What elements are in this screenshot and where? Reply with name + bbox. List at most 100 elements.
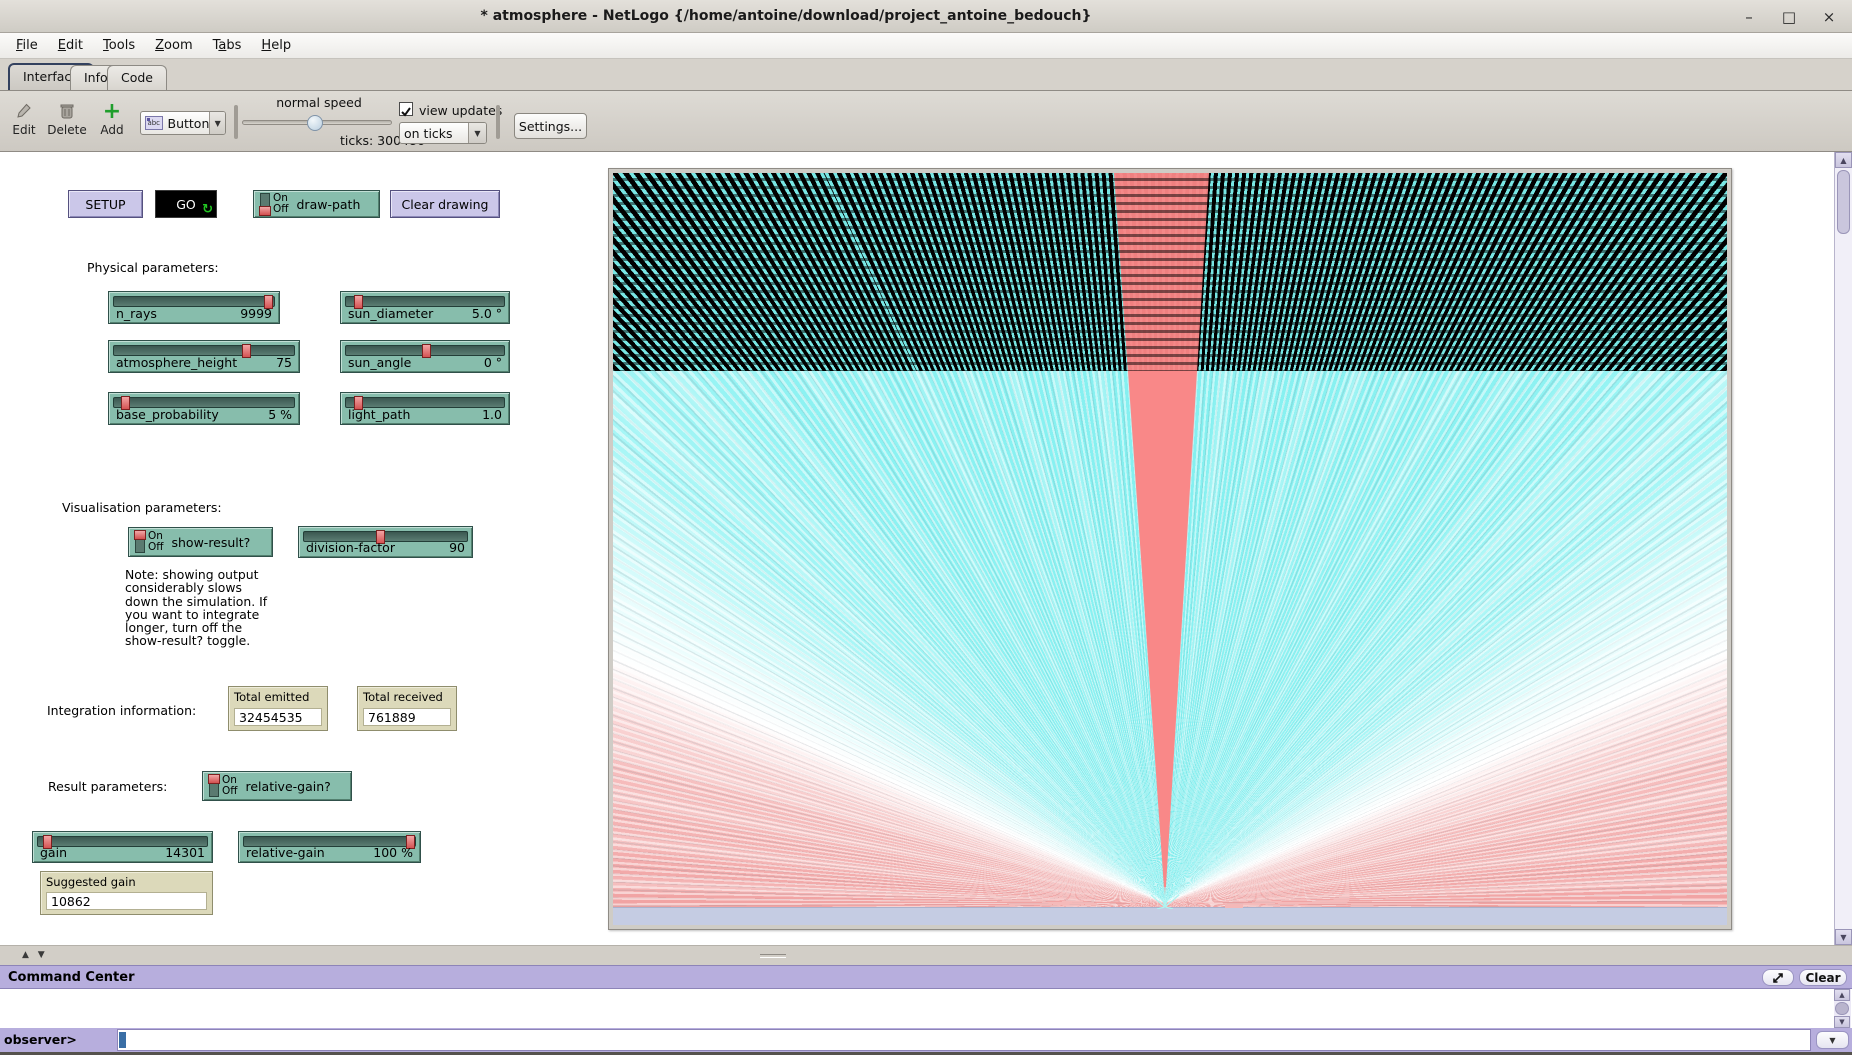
settings-button[interactable]: Settings...	[514, 113, 587, 139]
slider-light-path[interactable]: light_path1.0	[340, 392, 510, 425]
tab-code[interactable]: Code	[107, 65, 167, 90]
scroll-up-icon[interactable]: ▲	[1834, 989, 1850, 1001]
switch-knob[interactable]	[259, 206, 271, 216]
plus-icon: +	[93, 101, 131, 121]
scroll-up-icon[interactable]: ▲	[1835, 152, 1852, 168]
note-text: Note: showing output considerably slows …	[125, 568, 325, 648]
pencil-icon	[6, 101, 42, 121]
monitor-total-emitted: Total emitted 32454535	[228, 686, 328, 731]
add-button[interactable]: + Add	[93, 101, 131, 137]
slider-gain[interactable]: gain14301	[32, 831, 213, 863]
switch-track[interactable]	[209, 775, 219, 797]
menu-tabs[interactable]: Tabs	[203, 35, 252, 56]
slider-atmosphere-height[interactable]: atmosphere_height75	[108, 340, 300, 373]
title-bar[interactable]: * atmosphere - NetLogo {/home/antoine/do…	[0, 0, 1852, 33]
speed-slider-thumb[interactable]	[307, 115, 323, 131]
trash-icon	[44, 101, 90, 121]
switch-label: show-result?	[172, 535, 251, 550]
clear-drawing-button[interactable]: Clear drawing	[390, 190, 500, 218]
command-output-scrollbar[interactable]: ▲ ▼	[1834, 989, 1851, 1028]
command-history-dropdown[interactable]: ▼	[1816, 1031, 1849, 1049]
observer-star-icon	[1147, 885, 1183, 909]
netlogo-window: { "window": { "title": "* atmosphere - N…	[0, 0, 1852, 1055]
close-icon[interactable]: ×	[1816, 6, 1842, 28]
slider-division-factor[interactable]: division-factor90	[298, 526, 473, 558]
check-icon	[400, 106, 412, 118]
setup-button[interactable]: SETUP	[68, 190, 143, 218]
clear-button[interactable]: Clear	[1799, 969, 1847, 986]
window-title: * atmosphere - NetLogo {/home/antoine/do…	[0, 0, 1572, 33]
toolbar-separator	[496, 105, 500, 139]
menu-file[interactable]: File	[6, 35, 48, 56]
monitor-suggested-gain: Suggested gain 10862	[40, 871, 213, 915]
update-mode-value: on ticks	[404, 126, 453, 141]
menu-bar: File Edit Tools Zoom Tabs Help	[0, 33, 1852, 59]
menu-help[interactable]: Help	[251, 35, 301, 56]
section-visualisation-parameters: Visualisation parameters:	[62, 500, 222, 515]
splitter-grip[interactable]	[760, 954, 786, 958]
main-vertical-scrollbar[interactable]: ▲ ▼	[1834, 152, 1852, 945]
text-cursor	[119, 1032, 126, 1048]
slider-sun-angle[interactable]: sun_angle0 °	[340, 340, 510, 373]
forever-icon: ↻	[202, 202, 213, 217]
observer-prompt[interactable]: observer>	[0, 1028, 116, 1052]
command-center-splitter[interactable]: ▲ ▼	[0, 945, 1852, 965]
chevron-down-icon[interactable]: ▼	[468, 123, 486, 143]
go-button[interactable]: GO ↻	[155, 190, 217, 218]
splitter-collapse-icons[interactable]: ▲ ▼	[22, 950, 48, 960]
command-center-title: Command Center	[8, 970, 134, 985]
window-controls: – □ ×	[1736, 0, 1842, 33]
switch-relative-gain[interactable]: OnOff relative-gain?	[202, 771, 352, 801]
speed-slider[interactable]	[242, 120, 392, 125]
slider-base-probability[interactable]: base_probability5 %	[108, 392, 300, 425]
switch-knob[interactable]	[134, 530, 146, 540]
widget-type-dropdown[interactable]: abc Button ▼	[140, 111, 226, 135]
command-input-row: observer> ▼	[0, 1028, 1852, 1052]
maximize-icon[interactable]: □	[1776, 6, 1802, 28]
menu-tools[interactable]: Tools	[93, 35, 145, 56]
section-physical-parameters: Physical parameters:	[87, 260, 219, 275]
scroll-down-icon[interactable]: ▼	[1835, 929, 1852, 945]
section-result-parameters: Result parameters:	[48, 779, 167, 794]
view-updates-checkbox[interactable]	[399, 102, 413, 116]
toolbar-separator	[234, 105, 238, 139]
tab-bar: Interface Info Code	[0, 59, 1852, 90]
world-view[interactable]	[613, 173, 1727, 925]
menu-edit[interactable]: Edit	[48, 35, 93, 56]
ground-strip	[613, 907, 1727, 925]
command-center-output[interactable]	[0, 988, 1852, 1028]
slider-sun-diameter[interactable]: sun_diameter5.0 °	[340, 291, 510, 324]
switch-draw-path[interactable]: OnOff draw-path	[253, 190, 380, 218]
ray-dash-texture	[613, 173, 1727, 371]
command-input[interactable]	[117, 1029, 1811, 1051]
monitor-total-received: Total received 761889	[357, 686, 457, 731]
widget-type-value: Button	[168, 116, 210, 131]
switch-track[interactable]	[260, 193, 270, 215]
popout-button[interactable]	[1762, 969, 1794, 986]
ground-red-mark	[1225, 904, 1243, 908]
scroll-down-icon[interactable]: ▼	[1834, 1016, 1850, 1028]
slider-n-rays[interactable]: n_rays9999	[108, 291, 280, 324]
chevron-down-icon[interactable]: ▼	[209, 112, 225, 134]
scrollbar-thumb[interactable]	[1835, 1002, 1849, 1015]
view-updates-label: view updates	[419, 103, 502, 118]
slider-relative-gain[interactable]: relative-gain100 %	[238, 831, 421, 863]
command-center-header: Command Center Clear	[0, 965, 1852, 988]
delete-button[interactable]: Delete	[44, 101, 90, 137]
switch-label: draw-path	[297, 197, 361, 212]
world-view-frame	[608, 168, 1732, 930]
update-mode-dropdown[interactable]: on ticks ▼	[399, 122, 487, 144]
menu-zoom[interactable]: Zoom	[145, 35, 203, 56]
speed-slider-label: normal speed	[244, 95, 394, 110]
interface-canvas: SETUP GO ↻ OnOff draw-path Clear drawing…	[0, 152, 1852, 945]
edit-button[interactable]: Edit	[6, 101, 42, 137]
switch-label: relative-gain?	[246, 779, 331, 794]
scrollbar-thumb[interactable]	[1837, 170, 1850, 234]
switch-track[interactable]	[135, 531, 145, 553]
switch-show-result[interactable]: OnOff show-result?	[128, 527, 273, 557]
toolbar: Edit Delete + Add abc Button ▼ normal sp…	[0, 90, 1852, 152]
minimize-icon[interactable]: –	[1736, 6, 1762, 28]
button-widget-icon: abc	[145, 116, 163, 130]
switch-knob[interactable]	[208, 774, 220, 784]
expand-arrows-icon	[1772, 972, 1784, 984]
